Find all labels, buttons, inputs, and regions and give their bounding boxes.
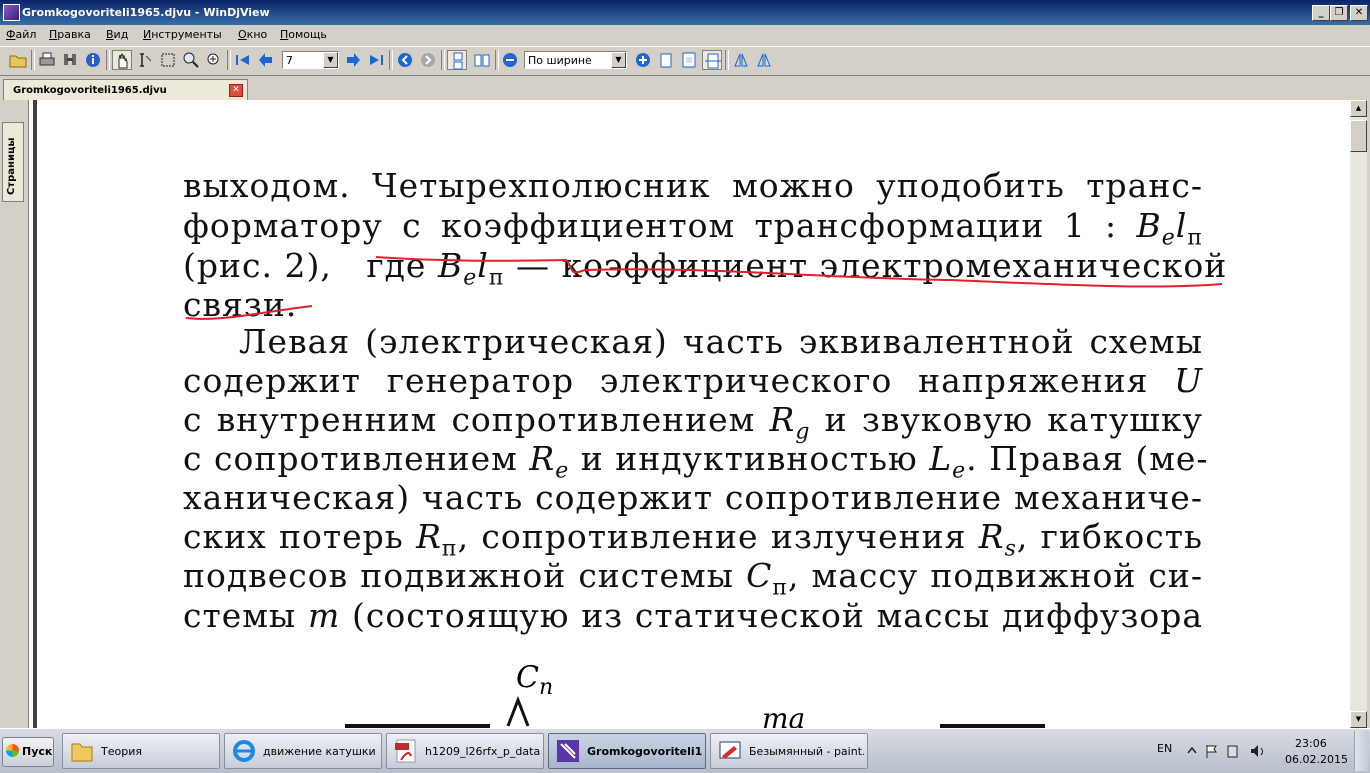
- start-label: Пуск: [22, 745, 53, 758]
- ie-icon: [231, 738, 257, 764]
- task-label: движение катушки ...: [263, 745, 375, 758]
- scroll-thumb[interactable]: [1350, 120, 1367, 152]
- taskbar: Пуск Теория движение катушки ... h1209_l…: [0, 728, 1370, 773]
- show-desktop-button[interactable]: [1354, 731, 1369, 771]
- vertical-scrollbar[interactable]: ▲ ▼: [1350, 100, 1367, 728]
- scroll-up-button[interactable]: ▲: [1350, 100, 1367, 117]
- schematic-spring: [506, 695, 530, 727]
- red-stroke: [185, 305, 313, 320]
- scroll-down-button[interactable]: ▼: [1350, 711, 1367, 728]
- folder-icon: [69, 738, 95, 764]
- language-indicator[interactable]: EN: [1157, 742, 1172, 755]
- action-center-flag-icon[interactable]: [1206, 745, 1217, 758]
- figure-schematic: [345, 695, 1045, 728]
- red-underline-annotation: [185, 256, 1223, 320]
- task-button-paint[interactable]: Безымянный - paint....: [710, 733, 868, 769]
- task-button-pdf[interactable]: h1209_l26rfx_p_data....: [386, 733, 544, 769]
- tray-expand-icon[interactable]: [1187, 746, 1197, 754]
- task-label: Gromkogovoriteli1...: [587, 745, 702, 758]
- task-label: h1209_l26rfx_p_data....: [425, 745, 540, 758]
- clock-time[interactable]: 23:06: [1295, 737, 1327, 750]
- start-button[interactable]: Пуск: [2, 737, 54, 767]
- task-button-ie[interactable]: движение катушки ...: [224, 733, 382, 769]
- network-icon[interactable]: [1227, 745, 1238, 758]
- task-label: Безымянный - paint....: [749, 745, 864, 758]
- volume-icon[interactable]: [1251, 745, 1258, 757]
- windjview-icon: [555, 738, 581, 764]
- pdf-icon: [393, 738, 419, 764]
- task-button-windjview[interactable]: Gromkogovoriteli1...: [548, 733, 706, 769]
- windows-logo-icon: [6, 744, 19, 757]
- clock-date[interactable]: 06.02.2015: [1285, 753, 1348, 766]
- volume-wave: [1260, 747, 1263, 756]
- system-tray-icons: [1187, 745, 1263, 758]
- task-button-theory[interactable]: Теория: [62, 733, 220, 769]
- paint-icon: [717, 738, 743, 764]
- task-label: Теория: [101, 745, 142, 758]
- red-stroke: [375, 256, 1223, 288]
